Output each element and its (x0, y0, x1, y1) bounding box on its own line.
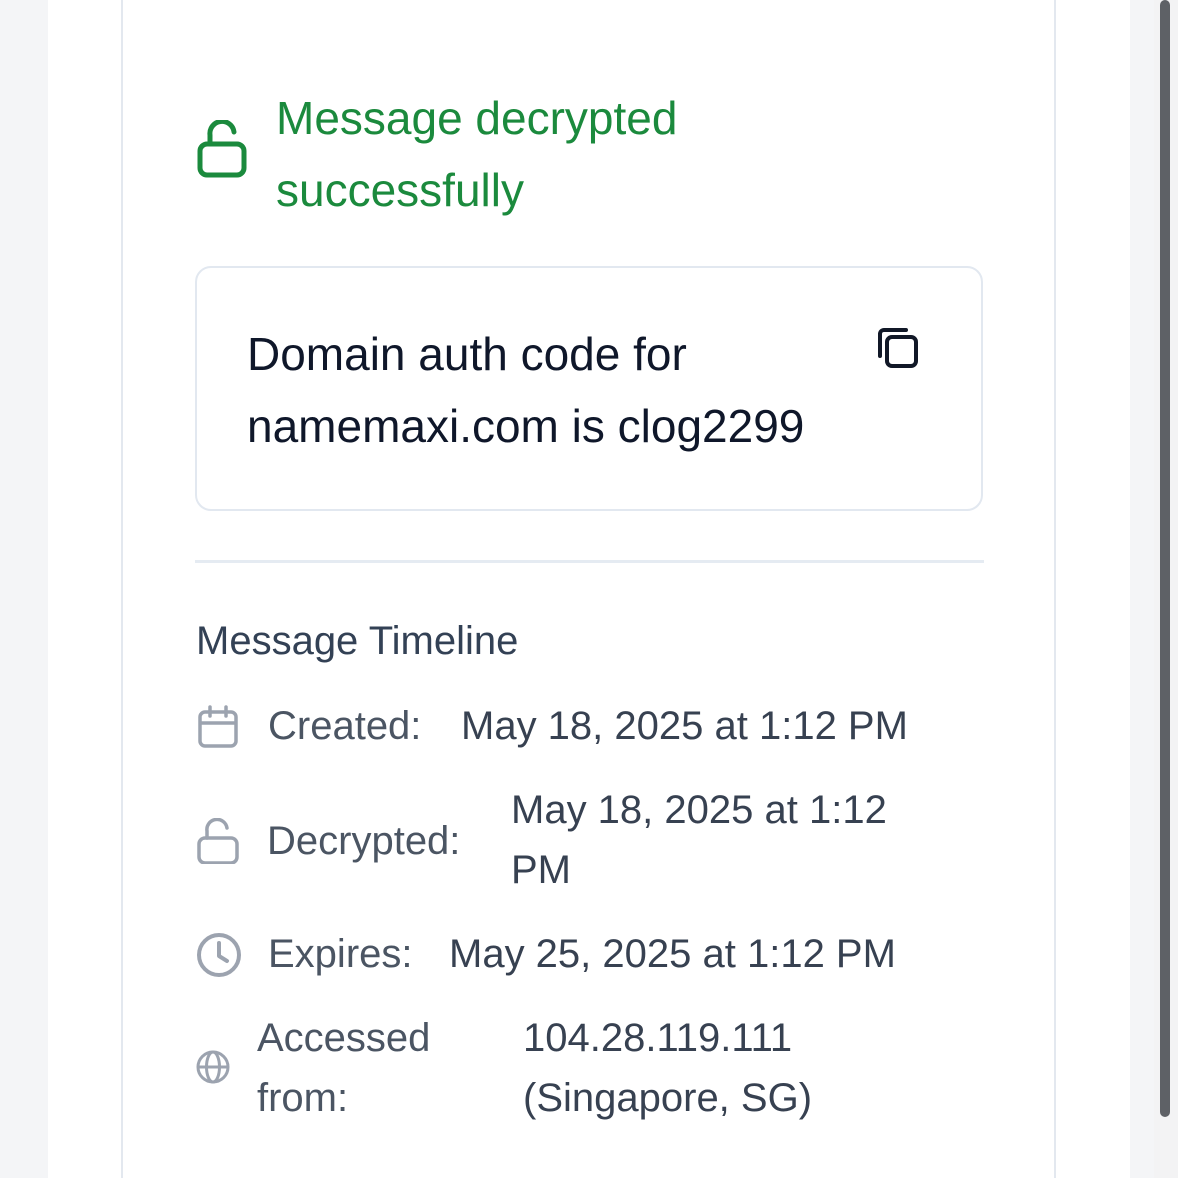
timeline-row-expires: Expires: May 25, 2025 at 1:12 PM (195, 924, 984, 984)
copy-button[interactable] (873, 323, 923, 373)
globe-icon (195, 1049, 231, 1085)
timeline-value-accessed-from: 104.28.119.111 (Singapore, SG) (523, 1016, 813, 1120)
timeline-label-created: Created: (268, 704, 422, 748)
unlocked-lock-icon (195, 818, 241, 864)
timeline-label-decrypted: Decrypted: (267, 819, 461, 863)
unlocked-lock-icon (196, 120, 250, 180)
timeline-value-expires: May 25, 2025 at 1:12 PM (449, 932, 896, 976)
timeline-value-decrypted: May 18, 2025 at 1:12 PM (511, 788, 887, 892)
clock-icon (195, 931, 243, 979)
scrollbar-thumb[interactable] (1160, 0, 1170, 1117)
decrypted-message-text: Domain auth code for namemaxi.com is clo… (247, 328, 805, 452)
timeline-value-created: May 18, 2025 at 1:12 PM (461, 704, 908, 748)
timeline-label-expires: Expires: (268, 932, 413, 976)
timeline-row-created: Created: May 18, 2025 at 1:12 PM (195, 696, 984, 756)
section-divider (195, 560, 984, 563)
decrypt-status: Message decrypted successfully (196, 82, 896, 222)
timeline-label-accessed-from: Accessed from: (257, 1016, 431, 1120)
timeline-row-accessed-from: Accessed from: 104.28.119.111 (Singapore… (195, 1008, 984, 1128)
copy-icon (878, 328, 918, 368)
timeline-row-decrypted: Decrypted: May 18, 2025 at 1:12 PM (195, 780, 984, 900)
decrypt-status-message: Message decrypted successfully (276, 92, 678, 216)
decrypted-message-box: Domain auth code for namemaxi.com is clo… (195, 266, 983, 511)
calendar-icon (195, 704, 241, 750)
screen: Message decrypted successfully Domain au… (0, 0, 1178, 1178)
timeline-title: Message Timeline (196, 619, 519, 663)
